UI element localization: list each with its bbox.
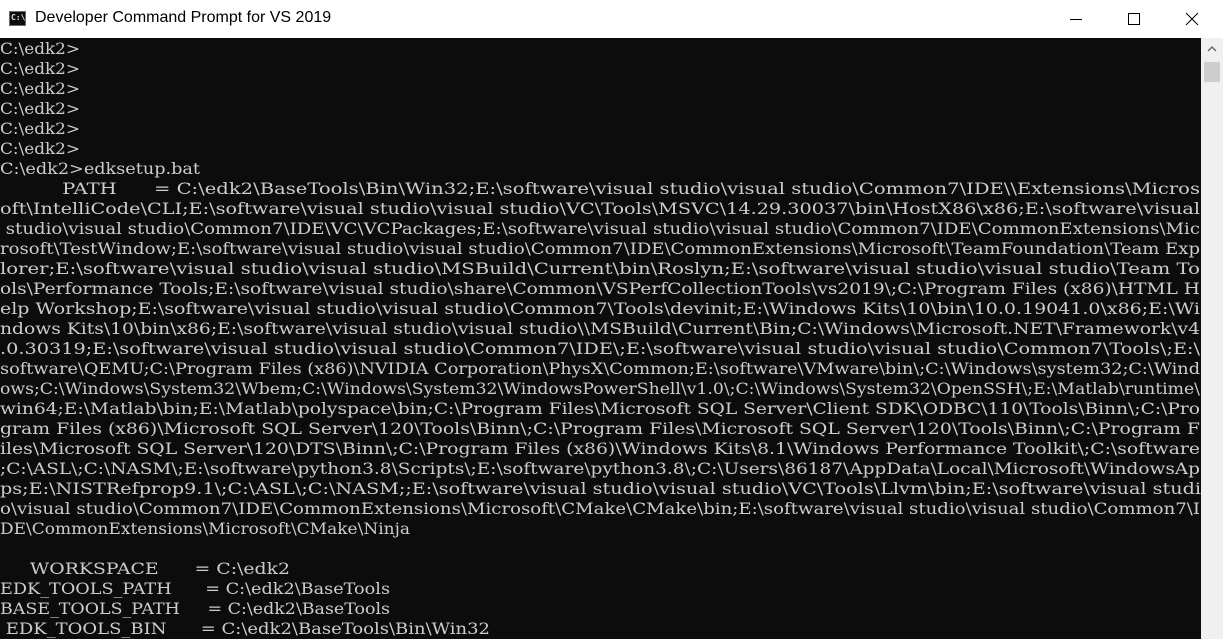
console-line-text: lorer;E:\software\visual studio\visual s… <box>0 259 1200 278</box>
console-line-text: software\QEMU;C:\Program Files (x86)\NVI… <box>0 359 1200 378</box>
console-line: ows;C:\Windows\System32\Wbem;C:\Windows\… <box>0 379 1200 399</box>
console-line-text: elp Workshop;E:\software\visual studio\v… <box>0 299 1200 318</box>
console-line: win64;E:\Matlab\bin;E:\Matlab\polyspace\… <box>0 399 1200 419</box>
console-line: C:\edk2> <box>0 119 80 139</box>
minimize-button[interactable] <box>1047 0 1105 38</box>
console-line-text: C:\edk2> <box>0 99 80 118</box>
console-line-text: ows;C:\Windows\System32\Wbem;C:\Windows\… <box>0 379 1200 398</box>
console-line-text: ols\Performance Tools;E:\software\visual… <box>0 279 1200 298</box>
console-line: C:\edk2> <box>0 39 80 59</box>
scroll-thumb[interactable] <box>1204 62 1220 82</box>
minimize-icon <box>1070 19 1082 20</box>
vertical-scrollbar[interactable] <box>1201 38 1223 639</box>
console-line-text: .0.30319;E:\software\visual studio\visua… <box>0 339 1200 358</box>
console-line: software\QEMU;C:\Program Files (x86)\NVI… <box>0 359 1200 379</box>
console-line: DE\CommonExtensions\Microsoft\CMake\Ninj… <box>0 519 410 539</box>
console-line: o\visual studio\Common7\IDE\CommonExtens… <box>0 499 1200 519</box>
window-title: Developer Command Prompt for VS 2019 <box>35 9 332 26</box>
console-line-text: ;C:\ASL\;C:\NASM\;E:\software\python3.8\… <box>0 459 1200 478</box>
console-line: rosoft\TestWindow;E:\software\visual stu… <box>0 239 1200 259</box>
console-line-text: C:\edk2> <box>0 79 80 98</box>
console-line-text: C:\edk2> <box>0 59 80 78</box>
console-line-text: EDK_TOOLS_PATH = C:\edk2\BaseTools <box>0 579 390 598</box>
console-line: lorer;E:\software\visual studio\visual s… <box>0 259 1200 279</box>
console-line: studio\visual studio\Common7\IDE\VC\VCPa… <box>0 219 1200 239</box>
console-line-text: oft\IntelliCode\CLI;E:\software\visual s… <box>0 199 1200 218</box>
console-line-text: C:\edk2> <box>0 39 80 58</box>
close-icon <box>1185 12 1199 26</box>
console-line: EDK_TOOLS_PATH = C:\edk2\BaseTools <box>0 579 390 599</box>
console-line: iles\Microsoft SQL Server\120\DTS\Binn\;… <box>0 439 1200 459</box>
console-line: C:\edk2> <box>0 59 80 79</box>
console-line-text: iles\Microsoft SQL Server\120\DTS\Binn\;… <box>0 439 1200 458</box>
console-line-text: BASE_TOOLS_PATH = C:\edk2\BaseTools <box>0 599 390 618</box>
close-button[interactable] <box>1163 0 1223 38</box>
console-line: C:\edk2> <box>0 79 80 99</box>
console-line-text: PATH = C:\edk2\BaseTools\Bin\Win32;E:\so… <box>0 179 1200 198</box>
maximize-button[interactable] <box>1105 0 1163 38</box>
console-line-text: ndows Kits\10\bin\x86;E:\software\visual… <box>0 319 1200 338</box>
cmd-icon-glyph: C:\ <box>11 13 26 22</box>
console-line: C:\edk2> <box>0 99 80 119</box>
console-line: gram Files (x86)\Microsoft SQL Server\12… <box>0 419 1200 439</box>
title-bar[interactable]: C:\ Developer Command Prompt for VS 2019 <box>0 0 1223 38</box>
console-line-text: C:\edk2> <box>0 139 80 158</box>
cmd-icon[interactable]: C:\ <box>9 11 26 26</box>
console-line: EDK_TOOLS_BIN = C:\edk2\BaseTools\Bin\Wi… <box>0 619 490 639</box>
console-line-text: gram Files (x86)\Microsoft SQL Server\12… <box>0 419 1200 438</box>
console-line: ndows Kits\10\bin\x86;E:\software\visual… <box>0 319 1200 339</box>
maximize-icon <box>1128 13 1140 25</box>
console-line-text: DE\CommonExtensions\Microsoft\CMake\Ninj… <box>0 519 410 538</box>
console-line-text: EDK_TOOLS_BIN = C:\edk2\BaseTools\Bin\Wi… <box>0 619 490 638</box>
console-line: elp Workshop;E:\software\visual studio\v… <box>0 299 1200 319</box>
console-line-text: win64;E:\Matlab\bin;E:\Matlab\polyspace\… <box>0 399 1200 418</box>
console-output[interactable]: C:\edk2> C:\edk2> C:\edk2> C:\edk2> C:\edk2>… <box>0 38 1201 639</box>
console-line: C:\edk2> <box>0 139 80 159</box>
console-line: WORKSPACE = C:\edk2 <box>0 559 290 579</box>
console-line: oft\IntelliCode\CLI;E:\software\visual s… <box>0 199 1200 219</box>
console-line-text: studio\visual studio\Common7\IDE\VC\VCPa… <box>0 219 1200 238</box>
console-line-text: C:\edk2>edksetup.bat <box>0 159 200 178</box>
console-line-text: ps;E:\NISTRefprop9.1\;C:\ASL\;C:\NASM;;E… <box>0 479 1201 498</box>
console-line: C:\edk2>edksetup.bat <box>0 159 200 179</box>
arrow-up-icon <box>1207 46 1217 52</box>
scroll-up-button[interactable] <box>1201 38 1223 60</box>
console-line: ols\Performance Tools;E:\software\visual… <box>0 279 1200 299</box>
console-line-text: rosoft\TestWindow;E:\software\visual stu… <box>0 239 1200 258</box>
console-line-text: o\visual studio\Common7\IDE\CommonExtens… <box>0 499 1200 518</box>
console-line: PATH = C:\edk2\BaseTools\Bin\Win32;E:\so… <box>0 179 1200 199</box>
console-line: ps;E:\NISTRefprop9.1\;C:\ASL\;C:\NASM;;E… <box>0 479 1201 499</box>
console-line: ;C:\ASL\;C:\NASM\;E:\software\python3.8\… <box>0 459 1200 479</box>
console-line-text: WORKSPACE = C:\edk2 <box>0 559 290 578</box>
console-line-text: C:\edk2> <box>0 119 80 138</box>
console-line: .0.30319;E:\software\visual studio\visua… <box>0 339 1200 359</box>
console-line: BASE_TOOLS_PATH = C:\edk2\BaseTools <box>0 599 390 619</box>
